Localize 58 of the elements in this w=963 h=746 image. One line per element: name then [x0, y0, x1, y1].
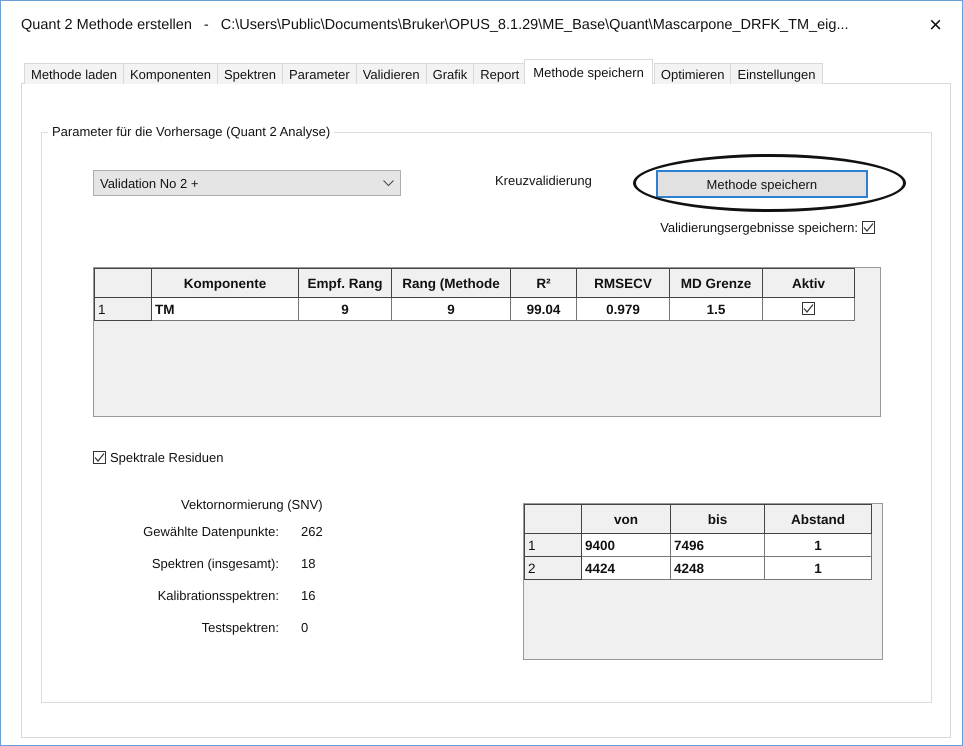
- table-cell: 0.979: [576, 298, 670, 320]
- row-number: 1: [94, 298, 152, 320]
- table-cell: 4248: [670, 556, 764, 580]
- stat-label: Testspektren:: [200, 620, 279, 637]
- table-cell: 7496: [670, 534, 764, 556]
- table-cell: 1: [764, 534, 872, 556]
- stat-value: 18: [301, 556, 316, 573]
- close-button[interactable]: ×: [925, 12, 946, 38]
- save-method-button[interactable]: Methode speichern: [656, 170, 868, 198]
- column-header: Aktiv: [762, 268, 854, 298]
- table-cell: 4424: [582, 556, 670, 580]
- row-number: 2: [524, 556, 582, 580]
- table-cell: 1.5: [670, 298, 762, 320]
- stat-label: Kalibrationsspektren:: [156, 588, 279, 605]
- column-header: R²: [510, 268, 576, 298]
- stat-value: 16: [301, 588, 316, 605]
- tab[interactable]: Parameter: [282, 63, 357, 84]
- tab[interactable]: Optimieren: [654, 63, 732, 84]
- chevron-icon: [383, 180, 394, 186]
- checkbox[interactable]: [802, 302, 815, 314]
- column-header: RMSECV: [576, 268, 670, 298]
- stat-label: Spektren (insgesamt):: [150, 556, 279, 573]
- tab[interactable]: Grafik: [426, 63, 474, 84]
- checkbox[interactable]: [93, 451, 106, 464]
- table-cell: 9: [392, 298, 510, 320]
- checkbox[interactable]: [862, 221, 875, 234]
- normalization-label: Vektornormierung (SNV): [181, 497, 323, 512]
- checkbox-label: Spektrale Residuen: [110, 450, 224, 465]
- window-title: Quant 2 Methode erstellen: [21, 17, 192, 33]
- column-header: Empf. Rang: [298, 268, 392, 298]
- file-path: C:\Users\Public\Documents\Bruker\OPUS_8.1.29\ME_Base\Quant\Mascarpone_DRFK_TM_eig...: [220, 17, 849, 33]
- tab[interactable]: Komponenten: [123, 63, 218, 84]
- column-header: von: [582, 504, 670, 534]
- column-header: Komponente: [152, 268, 298, 298]
- title-separator: -: [204, 17, 209, 33]
- column-header: bis: [670, 504, 764, 534]
- row-number: 1: [524, 534, 582, 556]
- table-cell: 1: [764, 556, 872, 580]
- validation-label: Kreuzvalidierung: [495, 173, 592, 188]
- tab[interactable]: Spektren: [216, 63, 284, 84]
- column-header: MD Grenze: [670, 268, 762, 298]
- table-cell: 99.04: [510, 298, 576, 320]
- tab[interactable]: Methode speichern: [524, 59, 653, 84]
- column-header: Abstand: [764, 504, 872, 534]
- tab[interactable]: Einstellungen: [730, 63, 822, 84]
- table-cell: 9400: [582, 534, 670, 556]
- stat-value: 262: [301, 524, 324, 541]
- tab[interactable]: Methode laden: [24, 63, 124, 84]
- table-cell: TM: [152, 298, 298, 320]
- save-results-label: Validierungsergebnisse speichern:: [660, 220, 858, 235]
- group-legend: Parameter für die Vorhersage (Quant 2 Analyse): [48, 124, 334, 139]
- table-cell: 9: [298, 298, 392, 320]
- tab[interactable]: Report: [473, 63, 526, 84]
- method-dropdown[interactable]: Validation No 2 +: [93, 170, 401, 196]
- stat-label: Gewählte Datenpunkte:: [142, 524, 279, 541]
- tab[interactable]: Validieren: [356, 63, 427, 84]
- column-header: Rang (Methode: [392, 268, 510, 298]
- stat-value: 0: [301, 620, 310, 637]
